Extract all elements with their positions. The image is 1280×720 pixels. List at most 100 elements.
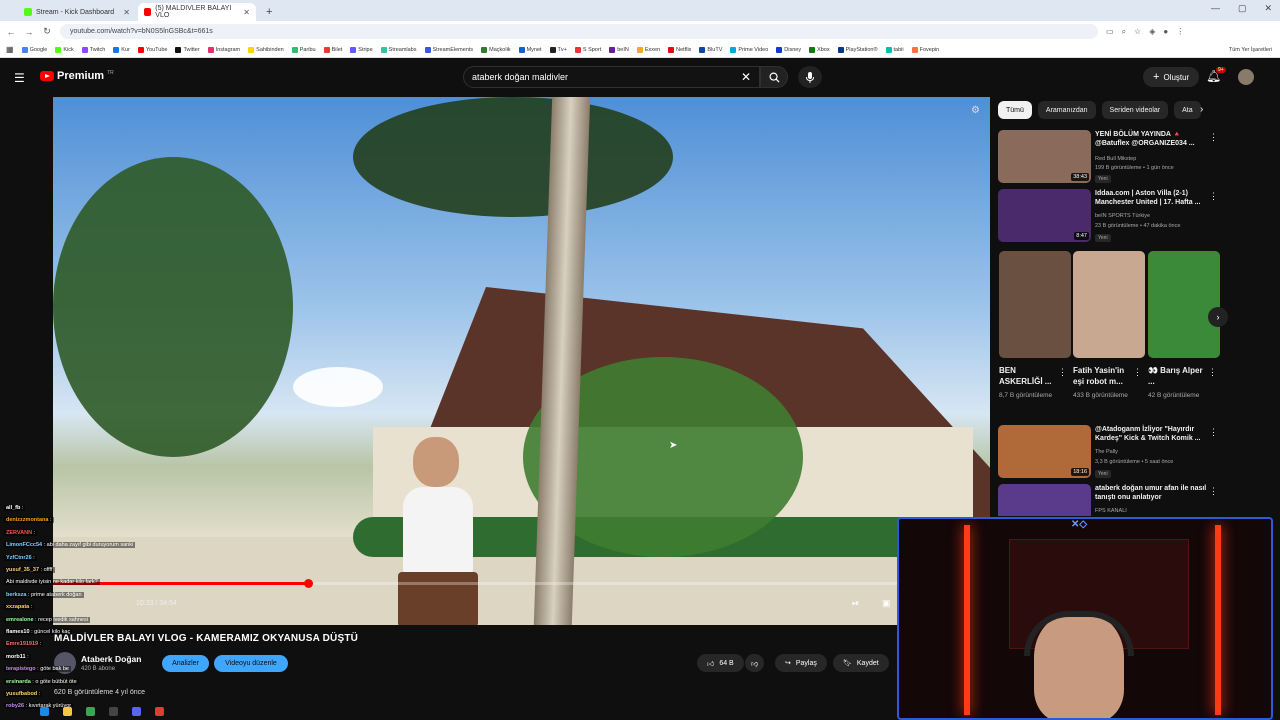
browser-tab-youtube[interactable]: (5) MALDIVLER BALAYI VLO ✕: [138, 3, 256, 21]
search-button[interactable]: [760, 66, 788, 88]
edge-icon[interactable]: [40, 707, 49, 716]
bookmark-item[interactable]: YouTube: [137, 46, 167, 53]
more-actions-icon[interactable]: ⋮: [1209, 132, 1218, 143]
short-more-icon[interactable]: ⋮: [1208, 367, 1217, 378]
bookmark-item[interactable]: BluTV: [699, 46, 722, 53]
bookmark-item[interactable]: beIN: [609, 46, 629, 53]
more-actions-icon[interactable]: ⋮: [1209, 486, 1218, 497]
autoplay-toggle-icon[interactable]: ⏯: [852, 598, 859, 609]
search-input[interactable]: ataberk doğan maldivler ✕: [463, 66, 760, 88]
discord-icon[interactable]: [132, 707, 141, 716]
chip-all[interactable]: Tümü: [998, 101, 1032, 119]
miniplayer-icon[interactable]: ▣: [882, 598, 891, 609]
bookmark-item[interactable]: Twitch: [81, 46, 105, 53]
tab-close-icon[interactable]: ✕: [243, 8, 250, 17]
chips-next-icon[interactable]: ›: [1200, 104, 1203, 115]
more-actions-icon[interactable]: ⋮: [1209, 427, 1218, 438]
zoom-icon[interactable]: ⌕: [1122, 27, 1126, 37]
bookmark-item[interactable]: Bilet: [323, 46, 342, 53]
reload-icon[interactable]: ↻: [42, 26, 52, 37]
bookmark-item[interactable]: Stripe: [350, 46, 373, 53]
bookmark-item[interactable]: Exxen: [636, 46, 660, 53]
recommended-title: Iddaa.com | Aston Villa (2-1) Manchester…: [1095, 190, 1201, 206]
bookmark-item[interactable]: Instagram: [207, 46, 240, 53]
recommended-video[interactable]: 18:16 @Atadoganm İzliyor "Hayırdır Karde…: [998, 425, 1220, 479]
account-avatar[interactable]: [1238, 69, 1254, 85]
bookmark-star-icon[interactable]: ☆: [1134, 27, 1141, 36]
short-more-icon[interactable]: ⋮: [1133, 367, 1142, 378]
obs-icon[interactable]: [109, 707, 118, 716]
create-button[interactable]: + Oluştur: [1143, 67, 1200, 87]
extension-icon[interactable]: ◈: [1149, 27, 1155, 36]
chat-text: o göte bütbüt öte: [35, 678, 77, 685]
bookmark-item[interactable]: Fovepin: [911, 46, 939, 53]
minimize-icon[interactable]: —: [1211, 3, 1220, 14]
recommended-video[interactable]: ataberk doğan umur afan ile nasıl tanışt…: [998, 484, 1220, 516]
bookmark-item[interactable]: Mynet: [518, 46, 542, 53]
clear-search-icon[interactable]: ✕: [741, 70, 751, 84]
bookmark-item[interactable]: Xbox: [809, 46, 830, 53]
cast-icon[interactable]: ▭: [1106, 27, 1114, 36]
like-button[interactable]: 👍︎ 64 B: [697, 654, 744, 672]
maximize-icon[interactable]: ▢: [1238, 3, 1247, 14]
short-more-icon[interactable]: ⋮: [1058, 367, 1067, 378]
voice-search-button[interactable]: [798, 66, 822, 88]
record-icon[interactable]: [155, 707, 164, 716]
chip-from-search[interactable]: Aramanızdan: [1037, 101, 1096, 119]
url-input[interactable]: youtube.com/watch?v=bN0S5lnGSBc&t=661s: [60, 24, 1098, 39]
recommended-video[interactable]: 8:47 Iddaa.com | Aston Villa (2-1) Manch…: [998, 189, 1220, 243]
bookmark-item[interactable]: StreamElements: [424, 46, 473, 53]
chip-series[interactable]: Seriden videolar: [1101, 101, 1169, 119]
all-bookmarks-link[interactable]: Tüm Yer İşaretleri: [1229, 47, 1280, 53]
recommended-video[interactable]: 38:43 YENİ BÖLÜM YAYINDA 🔺 @Batuflex @OR…: [998, 130, 1220, 184]
short-thumbnail[interactable]: [999, 251, 1071, 358]
short-views: 433 B görüntüleme: [1073, 392, 1128, 399]
youtube-premium-logo[interactable]: Premium TR: [40, 70, 114, 82]
share-button[interactable]: ↪ Paylaş: [775, 654, 827, 672]
bookmark-item[interactable]: Prime Video: [730, 46, 768, 53]
bookmark-item[interactable]: Sahibinden: [248, 46, 284, 53]
bookmark-item[interactable]: Streamlabs: [380, 46, 417, 53]
bookmark-label: Google: [29, 46, 48, 53]
browser-tab-kick[interactable]: Stream - Kick Dashboard ✕: [18, 3, 136, 21]
bookmark-item[interactable]: Twitter: [175, 46, 200, 53]
back-icon[interactable]: ←: [6, 27, 16, 37]
hamburger-menu-icon[interactable]: ☰: [14, 71, 25, 85]
bookmark-item[interactable]: Kick: [55, 46, 74, 53]
new-tab-icon[interactable]: +: [258, 6, 280, 21]
bookmark-favicon-icon: [113, 46, 120, 53]
short-title[interactable]: BEN ASKERLİĞİ ...: [999, 365, 1059, 387]
bookmark-item[interactable]: Disney: [776, 46, 801, 53]
bookmark-item[interactable]: Tv+: [549, 46, 567, 53]
chip-ata[interactable]: Ata: [1174, 101, 1201, 119]
chrome-icon[interactable]: [86, 707, 95, 716]
file-explorer-icon[interactable]: [63, 707, 72, 716]
bookmark-item[interactable]: Paribu: [291, 46, 316, 53]
shorts-next-icon[interactable]: ›: [1208, 307, 1228, 327]
short-title[interactable]: Fatih Yasin'in eşi robot m...: [1073, 365, 1133, 387]
chat-text: offff: [43, 567, 53, 573]
menu-dots-icon[interactable]: ⋮: [1176, 27, 1184, 36]
bookmark-item[interactable]: PlayStation®: [837, 46, 878, 53]
forward-icon[interactable]: →: [24, 27, 34, 37]
bookmark-item[interactable]: S Sport: [574, 46, 601, 53]
video-thumbnail: 18:16: [998, 425, 1091, 478]
short-thumbnail[interactable]: [1073, 251, 1145, 358]
short-title[interactable]: 👀 Barış Alper ...: [1148, 365, 1208, 387]
save-button[interactable]: 🔖︎ Kaydet: [833, 654, 889, 672]
short-views: 8,7 B görüntüleme: [999, 392, 1053, 399]
player-settings-icon[interactable]: ⚙: [971, 105, 980, 116]
bookmark-item[interactable]: tabii: [885, 46, 904, 53]
bookmark-item[interactable]: Google: [21, 46, 48, 53]
short-thumbnail[interactable]: [1148, 251, 1220, 358]
profile-icon[interactable]: ●: [1163, 27, 1168, 36]
apps-grid-icon[interactable]: ▦: [6, 45, 14, 54]
bookmark-item[interactable]: Netflix: [668, 46, 691, 53]
bookmark-item[interactable]: Maçkolik: [481, 46, 511, 53]
tab-close-icon[interactable]: ✕: [123, 8, 130, 17]
more-actions-icon[interactable]: ⋮: [1209, 191, 1218, 202]
dislike-button[interactable]: 👎︎: [745, 654, 765, 672]
bookmark-label: Twitter: [183, 46, 200, 53]
bookmark-item[interactable]: Kur: [113, 46, 130, 53]
close-window-icon[interactable]: ✕: [1264, 3, 1272, 14]
